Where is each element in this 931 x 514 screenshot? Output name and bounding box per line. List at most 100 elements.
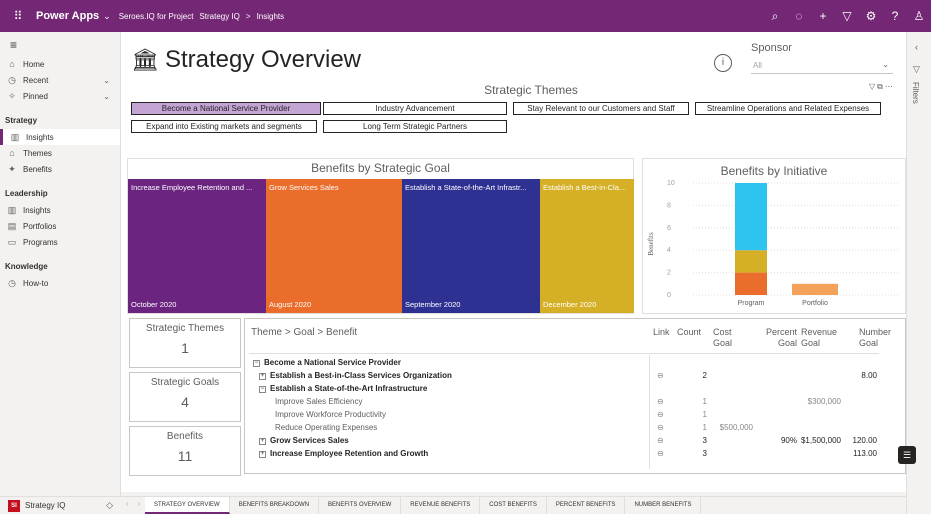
treemap-tile-label: Grow Services Sales bbox=[269, 183, 339, 192]
row-label: Improve Sales Efficiency bbox=[275, 396, 362, 408]
hamburger-icon[interactable]: ≡ bbox=[0, 32, 120, 56]
chat-icon[interactable]: ☰ bbox=[898, 446, 916, 464]
chevron-down-icon[interactable]: ⌄ bbox=[103, 11, 111, 22]
y-tick-label: 10 bbox=[667, 180, 675, 187]
nav-item-label: Recent bbox=[23, 75, 49, 85]
app-switcher[interactable]: SI Strategy IQ ◇ bbox=[0, 496, 121, 514]
treemap-tile[interactable]: Establish a State-of-the-Art Infrastr...… bbox=[402, 179, 540, 313]
link-icon[interactable]: ⊖ bbox=[657, 422, 664, 434]
theme-button[interactable]: Long Term Strategic Partners bbox=[323, 120, 507, 133]
link-icon[interactable]: ⊖ bbox=[657, 396, 664, 408]
nav-item-label: Benefits bbox=[23, 164, 52, 174]
matrix-header-revenue[interactable]: Revenue Goal bbox=[801, 327, 847, 349]
sponsor-dropdown[interactable]: All ⌄ bbox=[751, 58, 893, 74]
table-row[interactable]: − Establish a State-of-the-Art Infrastruc… bbox=[245, 383, 905, 395]
collapse-icon[interactable]: − bbox=[259, 386, 266, 393]
nav-item-knowledge-how-to[interactable]: ◷ How-to bbox=[0, 275, 120, 291]
focus-mode-icon[interactable]: ⧉ bbox=[877, 82, 885, 91]
tab-benefits-overview[interactable]: BENEFITS OVERVIEW bbox=[319, 497, 402, 514]
expand-icon[interactable]: + bbox=[259, 373, 266, 380]
row-label: + Grow Services Sales bbox=[259, 435, 349, 447]
info-icon[interactable]: i bbox=[714, 54, 732, 72]
nav-item-strategy-benefits[interactable]: ✦ Benefits bbox=[0, 161, 120, 177]
table-row[interactable]: + Establish a Best-in-Class Services Orga… bbox=[245, 370, 905, 382]
tab-prev-icon[interactable]: ‹ bbox=[121, 497, 133, 514]
table-row[interactable]: Improve Sales Efficiency ⊖ 1 $300,000 bbox=[245, 396, 905, 408]
row-label-text: Reduce Operating Expenses bbox=[275, 423, 378, 432]
link-icon[interactable]: ⊖ bbox=[657, 448, 664, 460]
bar-segment-portfolio[interactable] bbox=[792, 283, 838, 295]
sponsor-value: All bbox=[753, 61, 762, 70]
nav-item-recent[interactable]: ◷ Recent ⌄ bbox=[0, 72, 120, 88]
nav-item-leadership-portfolios[interactable]: ▤ Portfolios bbox=[0, 218, 120, 234]
help-icon[interactable]: ? bbox=[883, 9, 907, 23]
treemap-tile-date: September 2020 bbox=[405, 300, 461, 309]
nav-item-leadership-insights[interactable]: ▥ Insights bbox=[0, 202, 120, 218]
matrix-header-link[interactable]: Link bbox=[653, 327, 670, 338]
link-icon[interactable]: ⊖ bbox=[657, 409, 664, 421]
matrix-header-cost[interactable]: Cost Goal bbox=[713, 327, 749, 349]
person-icon[interactable]: ♙ bbox=[907, 9, 931, 23]
theme-button[interactable]: Become a National Service Provider bbox=[131, 102, 321, 115]
treemap-tile[interactable]: Increase Employee Retention and ... Octob… bbox=[128, 179, 266, 313]
breadcrumb-area[interactable]: Strategy IQ bbox=[199, 12, 239, 21]
matrix-header-path[interactable]: Theme > Goal > Benefit bbox=[251, 327, 357, 338]
chevron-left-icon[interactable]: ‹ bbox=[915, 42, 918, 52]
theme-button[interactable]: Stay Relevant to our Customers and Staff bbox=[513, 102, 689, 115]
tab-revenue-benefits[interactable]: REVENUE BENEFITS bbox=[401, 497, 481, 514]
filter-icon[interactable]: ▽ bbox=[835, 9, 859, 23]
table-row[interactable]: Improve Workforce Productivity ⊖ 1 bbox=[245, 409, 905, 421]
gear-icon[interactable]: ⚙ bbox=[859, 9, 883, 23]
nav-item-home[interactable]: ⌂ Home bbox=[0, 56, 120, 72]
breadcrumb-app[interactable]: Seroes.IQ for Project bbox=[119, 12, 194, 21]
matrix-header-count[interactable]: Count bbox=[677, 327, 701, 338]
plus-icon[interactable]: + bbox=[811, 9, 835, 23]
table-row[interactable]: Reduce Operating Expenses ⊖ 1 $500,000 bbox=[245, 422, 905, 434]
tab-next-icon[interactable]: › bbox=[133, 497, 145, 514]
row-label-text: Improve Workforce Productivity bbox=[275, 410, 386, 419]
treemap-tile[interactable]: Establish a Best-in-Cla... December 2020 bbox=[540, 179, 634, 313]
table-row[interactable]: + Grow Services Sales ⊖ 3 90% $1,500,000 120.0… bbox=[245, 435, 905, 447]
tab-number-benefits[interactable]: NUMBER BENEFITS bbox=[625, 497, 702, 514]
bar-segment-program[interactable] bbox=[735, 250, 767, 273]
matrix-header-number[interactable]: Number Goal bbox=[859, 327, 899, 349]
link-icon[interactable]: ⊖ bbox=[657, 370, 664, 382]
row-label: − Become a National Service Provider bbox=[253, 357, 401, 369]
filter-icon[interactable]: ▽ bbox=[869, 82, 877, 91]
theme-button[interactable]: Expand into Existing markets and segment… bbox=[131, 120, 317, 133]
nav-item-strategy-themes[interactable]: ⌂ Themes bbox=[0, 145, 120, 161]
link-icon[interactable]: ⊖ bbox=[657, 435, 664, 447]
theme-button[interactable]: Industry Advancement bbox=[323, 102, 507, 115]
theme-button[interactable]: Streamline Operations and Related Expens… bbox=[695, 102, 881, 115]
table-row[interactable]: − Become a National Service Provider bbox=[245, 357, 905, 369]
nav-item-pinned[interactable]: ✧ Pinned ⌄ bbox=[0, 88, 120, 104]
expand-icon[interactable]: + bbox=[259, 438, 266, 445]
bar-segment-program[interactable] bbox=[735, 272, 767, 295]
cell-number: 8.00 bbox=[861, 371, 877, 380]
nav-item-strategy-insights[interactable]: ▥ Insights bbox=[0, 129, 120, 145]
kpi-label: Strategic Goals bbox=[150, 377, 220, 388]
search-icon[interactable]: ⌕ bbox=[763, 9, 787, 24]
tab-benefits-breakdown[interactable]: BENEFITS BREAKDOWN bbox=[230, 497, 320, 514]
more-options-icon[interactable]: ⋯ bbox=[885, 82, 895, 91]
cell-number: 113.00 bbox=[853, 449, 877, 458]
chevron-down-icon[interactable]: ⌄ bbox=[103, 92, 110, 101]
tab-cost-benefits[interactable]: COST BENEFITS bbox=[480, 497, 547, 514]
assistant-icon[interactable]: ◌ bbox=[787, 9, 811, 23]
collapse-icon[interactable]: − bbox=[253, 360, 260, 367]
home-icon: ⌂ bbox=[9, 59, 15, 69]
chevron-down-icon[interactable]: ⌄ bbox=[103, 76, 110, 85]
nav-item-leadership-programs[interactable]: ▭ Programs bbox=[0, 234, 120, 250]
expand-collapse-icon[interactable]: ◇ bbox=[106, 500, 113, 511]
app-launcher-icon[interactable]: ⠿ bbox=[0, 9, 36, 23]
tab-percent-benefits[interactable]: PERCENT BENEFITS bbox=[547, 497, 626, 514]
filters-pane-collapsed[interactable]: ‹ ▽ Filters bbox=[906, 32, 931, 514]
tab-strategy-overview[interactable]: STRATEGY OVERVIEW bbox=[145, 497, 230, 514]
expand-icon[interactable]: + bbox=[259, 451, 266, 458]
matrix-header-percent[interactable]: Percent Goal bbox=[757, 327, 797, 349]
breadcrumb-separator: > bbox=[245, 11, 251, 21]
table-row[interactable]: + Increase Employee Retention and Growth ⊖… bbox=[245, 448, 905, 460]
treemap-tile[interactable]: Grow Services Sales August 2020 bbox=[266, 179, 402, 313]
app-name[interactable]: Power Apps bbox=[36, 10, 99, 22]
bar-segment-program[interactable] bbox=[735, 183, 767, 251]
